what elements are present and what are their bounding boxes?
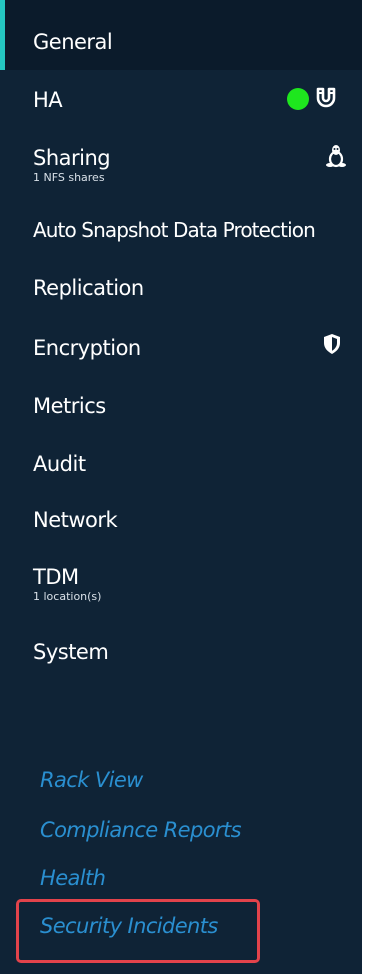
sidebar-item-label: Metrics <box>33 394 106 418</box>
sidebar-item-sublabel: 1 NFS shares <box>33 171 105 184</box>
shield-icon <box>324 334 340 354</box>
sidebar-item-label: System <box>33 640 109 664</box>
sidebar-item-label: Auto Snapshot Data Protection <box>33 218 316 242</box>
sidebar-item-sharing[interactable]: Sharing 1 NFS shares <box>0 128 362 194</box>
sidebar-item-replication[interactable]: Replication <box>0 258 362 316</box>
active-indicator <box>0 0 5 70</box>
sidebar-item-label: HA <box>33 88 63 112</box>
linux-tux-icon <box>326 145 346 168</box>
sidebar-item-label: Audit <box>33 452 86 476</box>
sidebar: General HA Sharing 1 NFS shares Auto Sna… <box>0 0 362 974</box>
sidebar-item-label: Replication <box>33 276 144 300</box>
sidebar-item-label: Network <box>33 508 118 532</box>
highlight-box <box>16 899 260 963</box>
link-health[interactable]: Health <box>40 866 106 890</box>
sidebar-item-metrics[interactable]: Metrics <box>0 376 362 434</box>
sidebar-item-ha[interactable]: HA <box>0 70 362 128</box>
sidebar-item-general[interactable]: General <box>0 0 362 70</box>
sidebar-item-label: Sharing <box>33 146 111 170</box>
sidebar-item-sublabel: 1 location(s) <box>33 590 102 603</box>
ha-magnet-icon <box>316 87 336 108</box>
link-rack-view[interactable]: Rack View <box>40 768 143 792</box>
sidebar-item-label: General <box>33 30 113 54</box>
sidebar-item-auto-snapshot[interactable]: Auto Snapshot Data Protection <box>0 194 362 258</box>
sidebar-item-encryption[interactable]: Encryption <box>0 316 362 376</box>
sidebar-item-audit[interactable]: Audit <box>0 434 362 492</box>
link-compliance-reports[interactable]: Compliance Reports <box>40 818 242 842</box>
sidebar-item-system[interactable]: System <box>0 620 362 680</box>
sidebar-item-network[interactable]: Network <box>0 492 362 550</box>
sidebar-item-label: Encryption <box>33 336 141 360</box>
sidebar-item-tdm[interactable]: TDM 1 location(s) <box>0 550 362 620</box>
sidebar-item-label: TDM <box>33 565 79 589</box>
status-online-dot <box>287 88 309 110</box>
